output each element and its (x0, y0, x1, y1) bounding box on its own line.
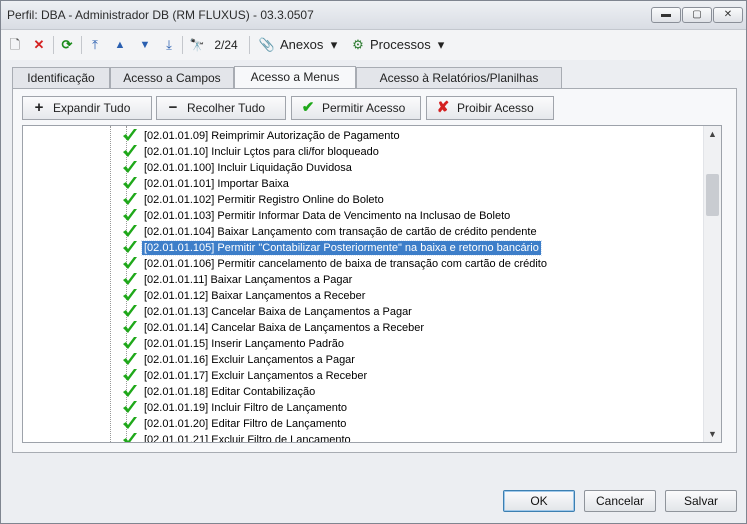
minus-icon: − (168, 99, 178, 116)
allow-access-label: Permitir Acesso (322, 101, 406, 115)
tree-item-label: [02.01.01.19] Incluir Filtro de Lançamen… (144, 402, 348, 414)
processos-menu[interactable]: Processos (370, 34, 432, 56)
deny-access-button[interactable]: ✘ Proibir Acesso (426, 96, 554, 120)
check-icon[interactable] (121, 271, 139, 287)
process-gear-icon[interactable]: ⚙ (348, 34, 368, 56)
cancel-button[interactable]: Cancelar (584, 490, 656, 512)
check-icon[interactable] (121, 255, 139, 271)
check-icon[interactable] (121, 175, 139, 191)
check-icon[interactable] (121, 431, 139, 443)
delete-icon[interactable]: ✕ (31, 34, 47, 56)
tree-item-label: [02.01.01.09] Reimprimir Autorização de … (144, 130, 400, 142)
title-bar: Perfil: DBA - Administrador DB (RM FLUXU… (1, 1, 746, 30)
minimize-button[interactable]: ▬ (651, 7, 681, 23)
tree-item-label: [02.01.01.106] Permitir cancelamento de … (144, 258, 547, 270)
tree-item-label: [02.01.01.104] Baixar Lançamento com tra… (144, 226, 537, 238)
toolbar-separator (53, 36, 54, 54)
anexos-dropdown-icon[interactable]: ▾ (328, 34, 340, 56)
tree-item-label: [02.01.01.100] Incluir Liquidação Duvido… (144, 162, 352, 174)
toolbar-separator (81, 36, 82, 54)
vertical-scrollbar[interactable]: ▲ ▼ (703, 126, 721, 442)
anexos-menu[interactable]: Anexos (280, 34, 326, 56)
check-icon[interactable] (121, 191, 139, 207)
check-icon[interactable] (121, 303, 139, 319)
deny-access-label: Proibir Acesso (457, 101, 534, 115)
tree-item-label: [02.01.01.102] Permitir Registro Online … (144, 194, 384, 206)
check-icon[interactable] (121, 319, 139, 335)
tree-item-label: [02.01.01.11] Baixar Lançamentos a Pagar (144, 274, 353, 286)
profile-window: Perfil: DBA - Administrador DB (RM FLUXU… (0, 0, 747, 524)
tab-acesso-menus[interactable]: Acesso a Menus (234, 66, 356, 89)
collapse-all-button[interactable]: − Recolher Tudo (156, 96, 286, 120)
scroll-down-icon[interactable]: ▼ (704, 426, 721, 442)
maximize-button[interactable]: ▢ (682, 7, 712, 23)
toolbar: 🗋 ✕ ⟳ ⤒ ▲ ▼ ⤓ 🔭 2/24 📎 Anexos ▾ ⚙ Proces… (1, 30, 746, 60)
new-icon[interactable]: 🗋 (7, 34, 23, 56)
last-record-icon[interactable]: ⤓ (161, 34, 177, 56)
check-icon[interactable] (121, 159, 139, 175)
paperclip-icon[interactable]: 📎 (257, 34, 277, 56)
checkmark-icon: ✔ (301, 99, 315, 116)
check-icon[interactable] (121, 351, 139, 367)
check-icon[interactable] (121, 287, 139, 303)
ok-button[interactable]: OK (503, 490, 575, 512)
tree-item-label: [02.01.01.103] Permitir Informar Data de… (144, 210, 511, 222)
tree-item-label: [02.01.01.14] Cancelar Baixa de Lançamen… (144, 322, 425, 334)
tree-item-label: [02.01.01.101] Importar Baixa (144, 178, 289, 190)
toolbar-separator (182, 36, 183, 54)
check-icon[interactable] (121, 223, 139, 239)
scrollbar-thumb[interactable] (706, 174, 719, 216)
plus-icon: + (34, 99, 44, 116)
close-button[interactable]: ✕ (713, 7, 743, 23)
tree-item-label: [02.01.01.18] Editar Contabilização (144, 386, 316, 398)
tree-item-label: [02.01.01.10] Incluir Lçtos para cli/for… (144, 146, 379, 158)
tree-item-label: [02.01.01.20] Editar Filtro de Lançament… (144, 418, 347, 430)
tab-acesso-campos[interactable]: Acesso a Campos (110, 67, 234, 88)
save-button[interactable]: Salvar (665, 490, 737, 512)
toolbar-separator (249, 36, 250, 54)
check-icon[interactable] (121, 335, 139, 351)
tree-item-label: [02.01.01.105] Permitir "Contabilizar Po… (141, 240, 542, 256)
tab-identificacao[interactable]: Identificação (12, 67, 110, 88)
check-icon[interactable] (121, 207, 139, 223)
scroll-up-icon[interactable]: ▲ (704, 126, 721, 142)
check-icon[interactable] (121, 415, 139, 431)
tree-item-label: [02.01.01.12] Baixar Lançamentos a Receb… (144, 290, 366, 302)
expand-all-label: Expandir Tudo (53, 101, 131, 115)
window-title: Perfil: DBA - Administrador DB (RM FLUXU… (7, 8, 314, 22)
tree-item-label: [02.01.01.16] Excluir Lançamentos a Paga… (144, 354, 355, 366)
check-icon[interactable] (121, 367, 139, 383)
collapse-all-label: Recolher Tudo (187, 101, 266, 115)
tree-guide-line (110, 126, 112, 442)
previous-record-icon[interactable]: ▲ (112, 34, 128, 56)
menu-permissions-tree[interactable]: [02.01.01.09] Reimprimir Autorização de … (22, 125, 722, 443)
check-icon[interactable] (121, 239, 139, 255)
allow-access-button[interactable]: ✔ Permitir Acesso (291, 96, 421, 120)
refresh-icon[interactable]: ⟳ (58, 34, 76, 56)
check-icon[interactable] (121, 399, 139, 415)
next-record-icon[interactable]: ▼ (137, 34, 153, 56)
tree-item-label: [02.01.01.17] Excluir Lançamentos a Rece… (144, 370, 368, 382)
check-icon[interactable] (121, 143, 139, 159)
record-position: 2/24 (214, 38, 238, 52)
expand-all-button[interactable]: + Expandir Tudo (22, 96, 152, 120)
tree-item-label: [02.01.01.13] Cancelar Baixa de Lançamen… (144, 306, 412, 318)
check-icon[interactable] (121, 127, 139, 143)
check-icon[interactable] (121, 383, 139, 399)
tree-item-label: [02.01.01.15] Inserir Lançamento Padrão (144, 338, 344, 350)
first-record-icon[interactable]: ⤒ (87, 34, 103, 56)
binoculars-icon[interactable]: 🔭 (187, 34, 207, 56)
cross-icon: ✘ (436, 99, 450, 116)
tab-acesso-relatorios[interactable]: Acesso à Relatórios/Planilhas (356, 67, 562, 88)
processos-dropdown-icon[interactable]: ▾ (435, 34, 447, 56)
tree-item-label: [02.01.01.21] Excluir Filtro de Lançamen… (144, 434, 351, 443)
